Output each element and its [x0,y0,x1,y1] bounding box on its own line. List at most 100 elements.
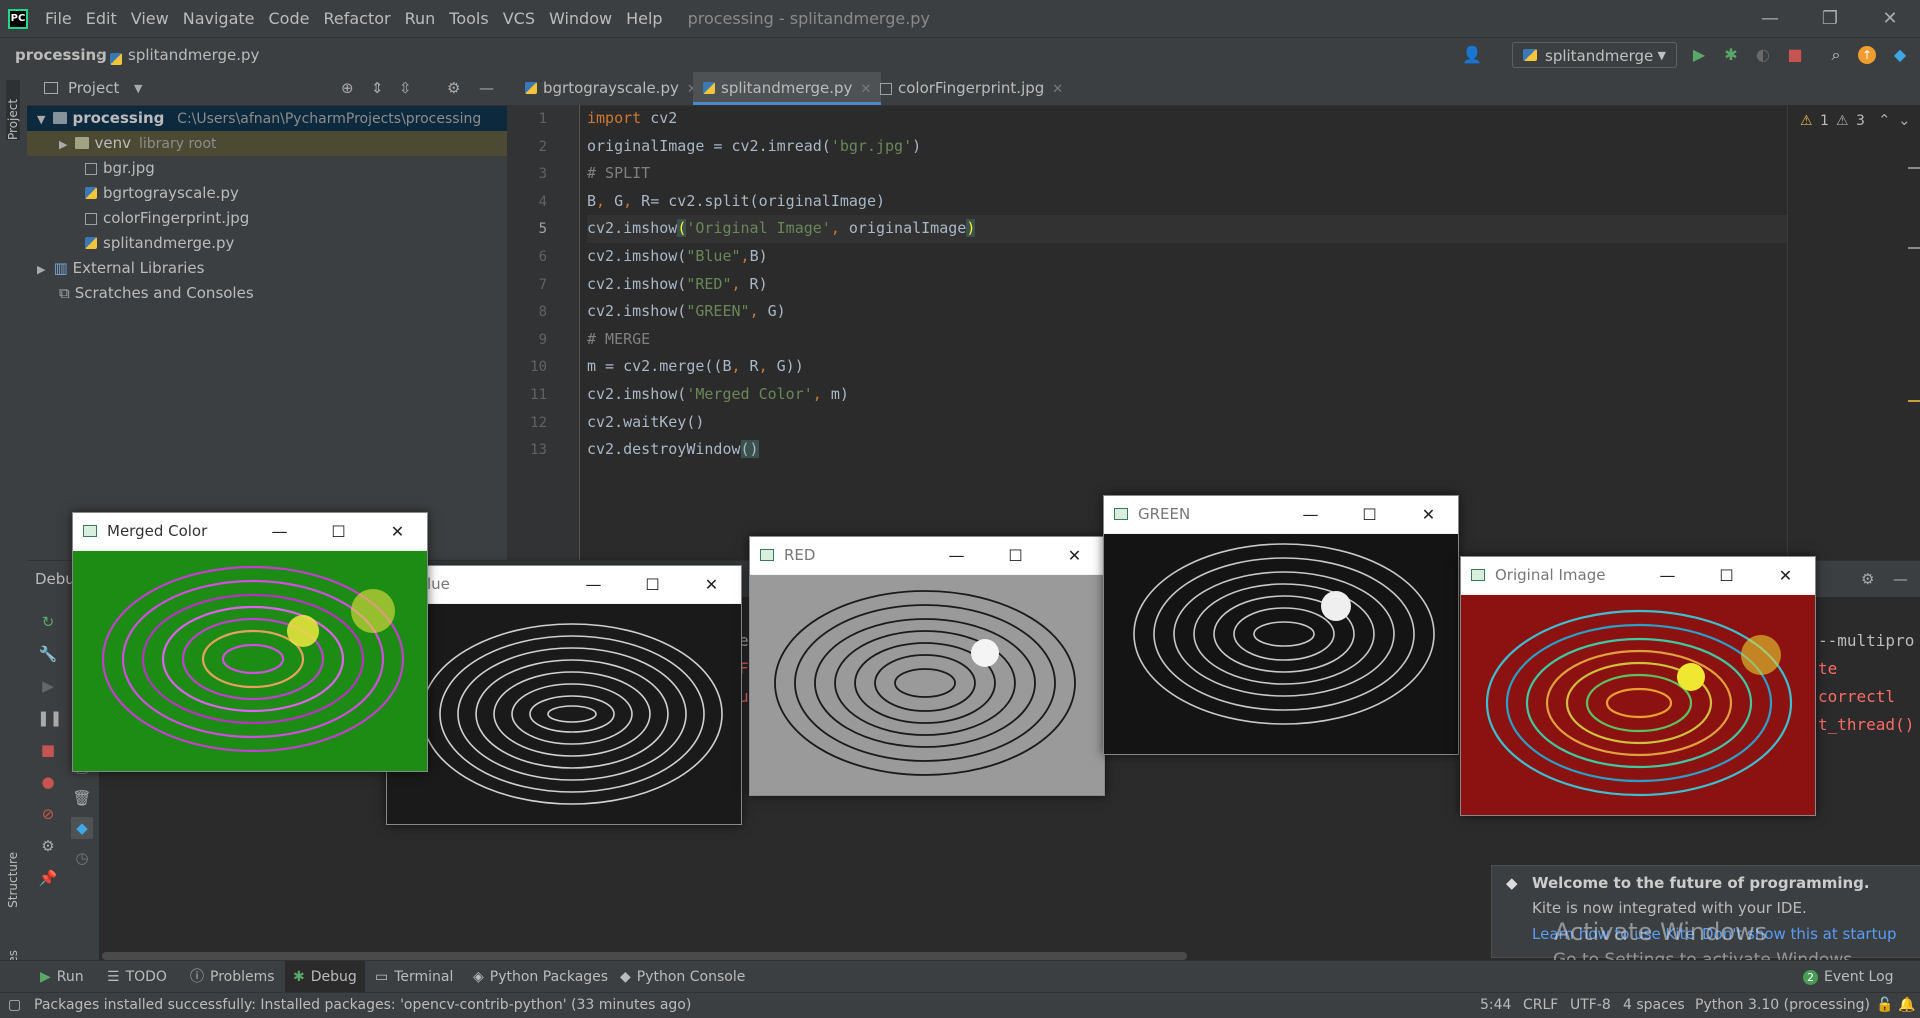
project-panel-title[interactable]: Project [68,72,119,105]
cv-window-original[interactable]: Original Image — ☐ ✕ [1460,556,1816,816]
tab-bgrtograyscale[interactable]: bgrtograyscale.py✕ [515,72,708,105]
notifications-icon[interactable]: 🔔 [1898,993,1915,1018]
structure-tool-tab[interactable]: Structure [6,852,20,908]
menu-tools[interactable]: Tools [442,0,495,37]
event-log[interactable]: 2 Event Log [1803,961,1894,993]
next-highlight-icon[interactable]: ⌄ [1898,111,1911,129]
close-button[interactable]: ✕ [682,566,741,603]
maximize-button[interactable]: ☐ [623,566,682,603]
minimize-button[interactable]: — [250,513,309,550]
menu-view[interactable]: View [124,0,176,37]
gear-icon[interactable]: ⚙ [1861,561,1874,597]
maximize-button[interactable]: ☐ [1340,496,1399,533]
python-console-icon[interactable]: ◆ [71,817,93,839]
rerun-icon[interactable]: ↻ [37,611,59,633]
cv-window-merged[interactable]: Merged Color — ☐ ✕ [72,512,428,772]
user-icon[interactable]: 👤 [1462,45,1482,65]
close-button[interactable]: ✕ [368,513,427,550]
menu-file[interactable]: File [38,0,79,37]
menu-vcs[interactable]: VCS [496,0,542,37]
menu-navigate[interactable]: Navigate [176,0,262,37]
tool-window-python-packages[interactable]: ◈ Python Packages [473,961,608,993]
tree-row-venv[interactable]: ▶ venv library root [27,131,507,156]
kite-icon[interactable]: ◆ [1890,45,1910,65]
tree-row-file[interactable]: splitandmerge.py [27,231,507,256]
menu-window[interactable]: Window [542,0,619,37]
breadcrumb-project[interactable]: processing [15,38,107,73]
maximize-button[interactable]: ☐ [986,537,1045,574]
horizontal-scrollbar[interactable] [102,952,1187,960]
maximize-button[interactable]: ☐ [309,513,368,550]
trash-icon[interactable]: 🗑 [71,787,93,809]
wrench-icon[interactable]: 🔧 [37,643,59,665]
maximize-button[interactable]: ☐ [1697,557,1756,594]
stop-icon[interactable]: ■ [1785,45,1805,65]
layout-icon[interactable]: ▢ [8,993,21,1018]
pause-icon[interactable]: ❚❚ [37,707,62,729]
project-tool-tab[interactable]: Project [6,80,20,140]
hide-panel-icon[interactable]: — [479,72,494,105]
cv-window-red[interactable]: RED — ☐ ✕ [749,536,1105,796]
status-message[interactable]: Packages installed successfully: Install… [34,993,691,1018]
tree-row-scratches[interactable]: ⧉ Scratches and Consoles [27,281,507,306]
tab-splitandmerge[interactable]: splitandmerge.py ✕ [693,72,882,105]
tool-window-terminal[interactable]: ▭ Terminal [375,961,453,993]
breakpoints-icon[interactable]: ● [37,771,59,793]
mute-breakpoints-icon[interactable]: ⊘ [37,803,59,825]
caret-position[interactable]: 5:44 [1480,993,1511,1018]
close-tab-icon[interactable]: ✕ [1052,82,1063,97]
menu-code[interactable]: Code [262,0,317,37]
minimize-button[interactable]: — [1281,496,1340,533]
close-button[interactable]: ✕ [1860,0,1920,37]
line-separator[interactable]: CRLF [1523,993,1558,1018]
python-interpreter[interactable]: Python 3.10 (processing) [1695,993,1870,1018]
search-icon[interactable]: ⌕ [1826,45,1846,65]
tool-window-problems[interactable]: ⓘ Problems [190,961,275,993]
minimize-button[interactable]: — [1740,0,1800,37]
minimize-button[interactable]: — [927,537,986,574]
menu-edit[interactable]: Edit [79,0,124,37]
weak-warning-icon[interactable]: ⚠ [1836,113,1849,129]
stop-icon[interactable]: ■ [37,739,59,761]
debug-icon[interactable]: ✱ [1721,45,1741,65]
tool-window-debug[interactable]: ✱ Debug [285,961,365,993]
lock-icon[interactable]: 🔓 [1876,993,1893,1018]
locate-icon[interactable]: ⊕ [341,72,354,105]
gear-icon[interactable]: ⚙ [447,72,460,105]
menu-help[interactable]: Help [619,0,669,37]
update-icon[interactable]: ↑ [1858,46,1876,64]
tree-row-file[interactable]: bgr.jpg [27,156,507,181]
close-button[interactable]: ✕ [1045,537,1104,574]
collapse-all-icon[interactable]: ⇳ [399,72,412,105]
tool-window-todo[interactable]: ☰ TODO [107,961,167,993]
tree-row-file[interactable]: colorFingerprint.jpg [27,206,507,231]
previous-highlight-icon[interactable]: ⌃ [1878,111,1891,129]
resume-icon[interactable]: ▶ [37,675,59,697]
close-button[interactable]: ✕ [1399,496,1458,533]
breadcrumb-file[interactable]: splitandmerge.py [128,38,259,73]
pin-icon[interactable]: 📌 [37,867,59,889]
expand-all-icon[interactable]: ⇕ [371,72,384,105]
tab-colorfingerprint[interactable]: colorFingerprint.jpg ✕ [870,72,1073,105]
code-editor[interactable]: import cv2 originalImage = cv2.imread('b… [587,105,1787,560]
menu-refactor[interactable]: Refactor [316,0,397,37]
chevron-down-icon[interactable]: ▼ [134,72,142,105]
tool-window-run[interactable]: ▶ Run [40,961,84,993]
menu-run[interactable]: Run [398,0,443,37]
indent-setting[interactable]: 4 spaces [1623,993,1685,1018]
file-encoding[interactable]: UTF-8 [1570,993,1611,1018]
close-button[interactable]: ✕ [1756,557,1815,594]
minimize-button[interactable]: — [564,566,623,603]
cv-window-green[interactable]: GREEN — ☐ ✕ [1103,495,1459,755]
coverage-icon[interactable]: ◐ [1753,45,1773,65]
gear-icon[interactable]: ⚙ [37,835,59,857]
tool-window-python-console[interactable]: ◆ Python Console [620,961,745,993]
minimize-button[interactable]: — [1638,557,1697,594]
run-icon[interactable]: ▶ [1689,45,1709,65]
history-icon[interactable]: ◷ [71,847,93,869]
cv-window-blue[interactable]: lue — ☐ ✕ [386,565,742,825]
tree-row-external-libraries[interactable]: ▶ ▥ External Libraries [27,256,507,281]
run-config-selector[interactable]: splitandmerge ▼ [1512,42,1677,68]
hide-panel-icon[interactable]: — [1893,561,1908,597]
tree-row-file[interactable]: bgrtograyscale.py [27,181,507,206]
